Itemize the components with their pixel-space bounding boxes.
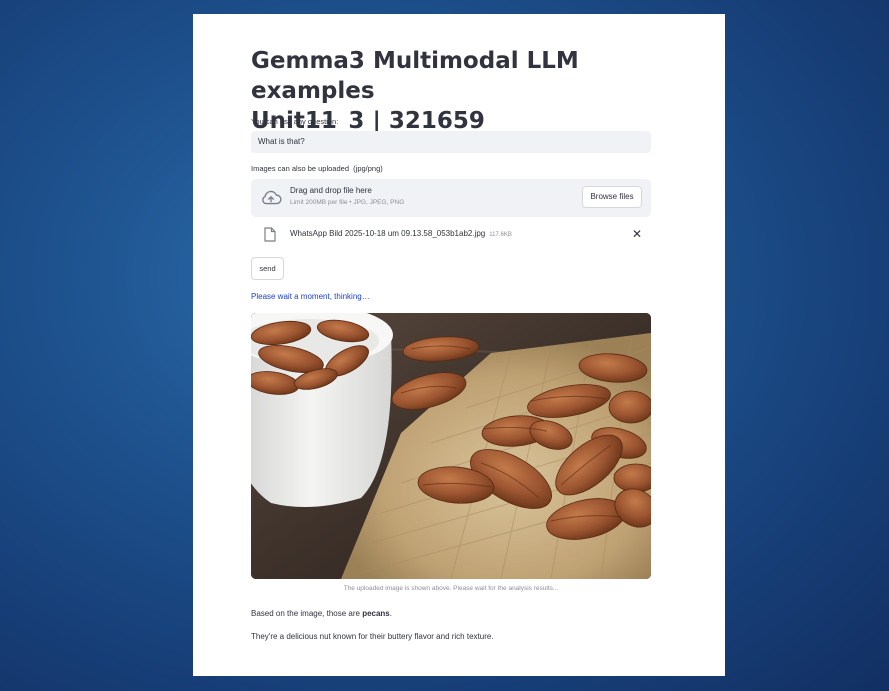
answer-highlight: pecans: [362, 609, 390, 618]
answer-prefix: Based on the image, those are: [251, 609, 363, 618]
upload-label: Images can also be uploaded (jpg/png): [251, 164, 383, 173]
question-input[interactable]: What is that?: [251, 131, 651, 153]
dropzone-title: Drag and drop file here: [290, 186, 372, 195]
status-message: Please wait a moment, thinking…: [251, 292, 370, 301]
image-caption: The uploaded image is shown above. Pleas…: [343, 585, 559, 592]
close-icon[interactable]: ✕: [632, 227, 642, 241]
app-page: Gemma3 Multimodal LLM examples Unit11_3 …: [193, 14, 725, 676]
dropzone-limit: Limit 200MB per file • JPG, JPEG, PNG: [290, 199, 405, 206]
cloud-upload-icon: [262, 190, 282, 205]
browse-files-button[interactable]: Browse files: [582, 186, 642, 208]
answer-line-1: Based on the image, those are pecans.: [251, 609, 392, 618]
answer-line-2: They're a delicious nut known for their …: [251, 632, 494, 641]
uploaded-file-row: WhatsApp Bild 2025-10-18 um 09.13.58_053…: [251, 225, 651, 245]
file-name: WhatsApp Bild 2025-10-18 um 09.13.58_053…: [290, 229, 512, 238]
title-line-1: Gemma3 Multimodal LLM examples: [251, 48, 579, 104]
file-name-text: WhatsApp Bild 2025-10-18 um 09.13.58_053…: [290, 229, 486, 238]
file-icon: [264, 227, 276, 242]
question-label: You can ask any question:: [251, 117, 339, 126]
send-button[interactable]: send: [251, 257, 284, 280]
pecans-photo: [251, 313, 651, 579]
file-size: 117.6KB: [489, 232, 512, 238]
file-dropzone[interactable]: Drag and drop file here Limit 200MB per …: [251, 179, 651, 217]
answer-suffix: .: [389, 609, 392, 618]
uploaded-image: [251, 313, 651, 579]
